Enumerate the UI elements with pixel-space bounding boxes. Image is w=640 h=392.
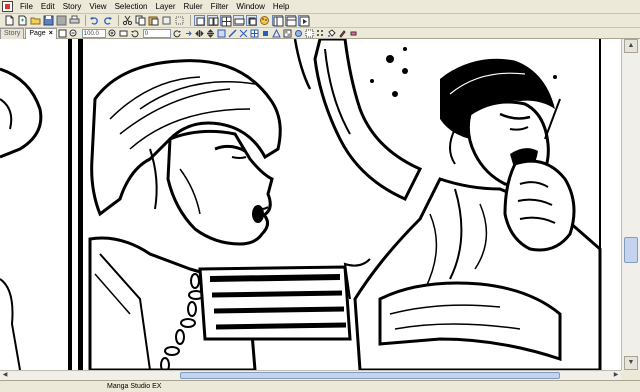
flip-horizontal-icon[interactable] <box>195 29 204 38</box>
flip-vertical-icon[interactable] <box>206 28 215 38</box>
toolbar-separator <box>190 15 191 26</box>
save-icon[interactable] <box>43 15 54 26</box>
menu-view[interactable]: View <box>85 0 110 14</box>
main-toolbar <box>0 14 640 28</box>
menu-help[interactable]: Help <box>269 0 293 14</box>
manga-page-artwork <box>0 39 621 370</box>
zoom-in-icon[interactable] <box>108 29 117 38</box>
scroll-left-icon[interactable]: ◀ <box>0 371 10 380</box>
transparency-icon[interactable] <box>283 29 292 38</box>
horizontal-scrollbar[interactable]: ◀ ▶ <box>0 370 621 380</box>
scroll-up-icon[interactable]: ▲ <box>624 39 638 53</box>
rotate-right-icon[interactable] <box>173 29 182 38</box>
snap-icon[interactable] <box>261 29 270 38</box>
view-page-icon[interactable] <box>194 15 205 26</box>
rotate-left-icon[interactable] <box>130 29 139 38</box>
toolbar-separator <box>118 15 119 26</box>
view-spread-icon[interactable] <box>207 15 219 26</box>
tab-page[interactable]: Page × <box>25 27 57 39</box>
color-palette-icon[interactable] <box>259 15 270 26</box>
paste-icon[interactable] <box>148 15 159 26</box>
rotate-input[interactable]: 0 <box>142 28 171 38</box>
save-as-icon[interactable] <box>56 15 67 26</box>
menu-edit[interactable]: Edit <box>37 0 59 14</box>
app-icon[interactable] <box>2 1 13 12</box>
new-page-icon[interactable] <box>17 15 28 26</box>
menu-layer[interactable]: Layer <box>151 0 179 14</box>
clear-icon[interactable] <box>161 15 172 26</box>
marker-icon[interactable] <box>338 29 347 38</box>
status-app-name: Manga Studio EX <box>107 383 162 390</box>
tone-icon[interactable] <box>316 29 325 38</box>
preview-icon[interactable] <box>298 15 310 27</box>
fit-window-icon[interactable] <box>217 29 226 38</box>
drawing-canvas[interactable] <box>0 39 621 370</box>
new-story-icon[interactable] <box>4 15 15 26</box>
guide-icon[interactable] <box>239 29 248 38</box>
cut-icon[interactable] <box>122 15 133 26</box>
panel-toggle-icon[interactable] <box>285 15 297 27</box>
scroll-down-icon[interactable]: ▼ <box>624 356 638 370</box>
tab-story[interactable]: Story <box>0 27 25 39</box>
zoom-out-icon[interactable] <box>69 29 78 38</box>
toolbar-separator <box>85 15 86 26</box>
menu-ruler[interactable]: Ruler <box>180 0 207 14</box>
print-icon[interactable] <box>69 15 80 26</box>
tab-story-label: Story <box>4 29 21 37</box>
tab-page-label: Page <box>29 29 46 37</box>
panel-layout-icon[interactable] <box>272 15 284 27</box>
view-layers-icon[interactable] <box>246 15 257 26</box>
selection-mask-icon[interactable] <box>305 29 314 38</box>
zoom-input[interactable]: 100.0 <box>81 28 106 38</box>
copy-icon[interactable] <box>135 15 146 26</box>
view-ruler-icon[interactable] <box>233 15 245 26</box>
open-folder-icon[interactable] <box>30 15 41 26</box>
perspective-icon[interactable] <box>271 28 281 38</box>
paint-bucket-icon[interactable] <box>327 28 336 38</box>
menu-story[interactable]: Story <box>59 0 86 14</box>
mask-icon[interactable] <box>294 29 303 38</box>
transform-icon[interactable] <box>174 15 185 26</box>
menu-bar: File Edit Story View Selection Layer Rul… <box>0 0 640 14</box>
view-toolbar: Story Page × 100.0 0 <box>0 27 640 39</box>
eraser-icon[interactable] <box>349 29 358 38</box>
ruler-icon[interactable] <box>228 28 237 38</box>
zoom-fit-icon[interactable] <box>58 29 67 38</box>
menu-filter[interactable]: Filter <box>207 0 233 14</box>
actual-size-icon[interactable] <box>119 29 128 38</box>
menu-file[interactable]: File <box>16 0 37 14</box>
reset-rotation-icon[interactable] <box>184 29 193 38</box>
vertical-scroll-thumb[interactable] <box>624 237 638 263</box>
document-tabs: Story Page × <box>0 27 58 39</box>
menu-selection[interactable]: Selection <box>111 0 152 14</box>
view-grid-icon[interactable] <box>220 15 232 27</box>
horizontal-scroll-thumb[interactable] <box>180 372 560 379</box>
scroll-corner <box>621 370 640 380</box>
redo-icon[interactable] <box>102 15 113 26</box>
menu-window[interactable]: Window <box>232 0 268 14</box>
tab-close-icon[interactable]: × <box>49 30 53 37</box>
undo-icon[interactable] <box>89 15 100 26</box>
grid-icon[interactable] <box>250 29 259 38</box>
vertical-scrollbar[interactable]: ▲ ▼ <box>621 39 640 370</box>
status-bar: Manga Studio EX <box>0 380 640 392</box>
scroll-right-icon[interactable]: ▶ <box>611 371 621 380</box>
